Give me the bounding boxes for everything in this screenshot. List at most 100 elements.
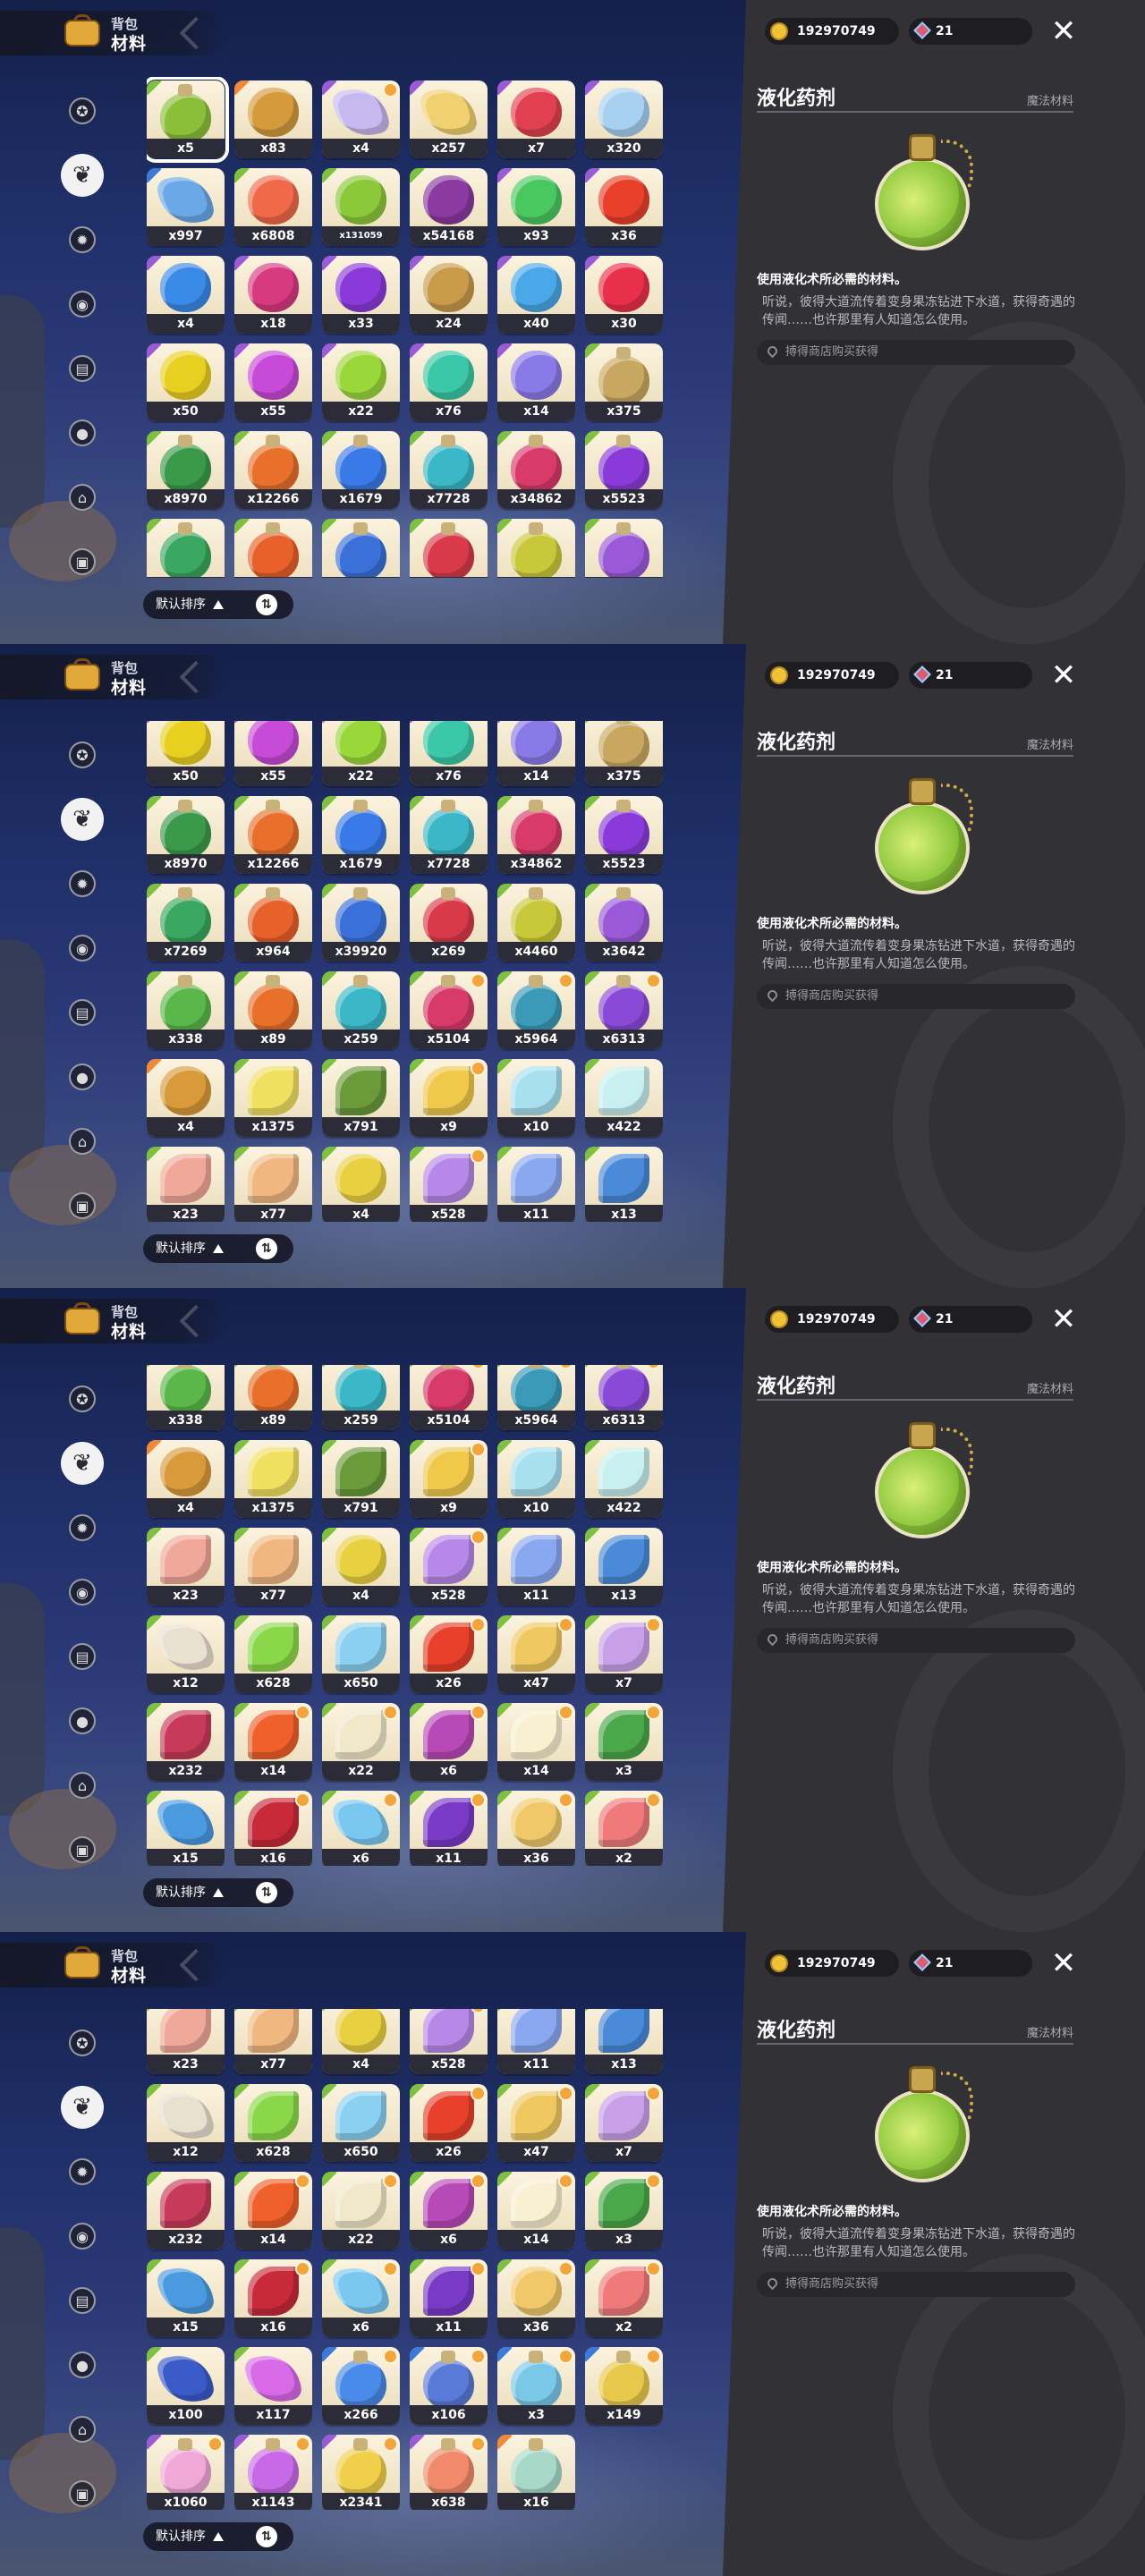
- item-slot[interactable]: x1143: [234, 2435, 312, 2510]
- item-slot[interactable]: x5964: [497, 1365, 575, 1430]
- item-slot[interactable]: x16: [497, 2435, 575, 2510]
- item-slot[interactable]: x14: [497, 1703, 575, 1781]
- item-slot[interactable]: x7: [585, 1615, 663, 1693]
- item-slot[interactable]: x12266: [234, 796, 312, 874]
- item-slot[interactable]: x7: [585, 2084, 663, 2162]
- item-slot[interactable]: x54168: [410, 168, 488, 246]
- category-tab-leaf[interactable]: ❦: [61, 2086, 104, 2129]
- item-slot[interactable]: x15: [147, 2259, 225, 2337]
- item-slot[interactable]: x23: [147, 1528, 225, 1606]
- item-slot[interactable]: x650: [322, 2084, 400, 2162]
- item-source[interactable]: 搏得商店购买获得: [757, 984, 1075, 1009]
- category-tab-orb[interactable]: ●: [61, 1699, 104, 1742]
- item-slot[interactable]: x4: [147, 256, 225, 334]
- item-slot[interactable]: x269: [410, 884, 488, 962]
- item-slot[interactable]: x4: [322, 1147, 400, 1222]
- back-chevron-icon[interactable]: [175, 16, 211, 48]
- category-tab-bell[interactable]: ⌂: [61, 476, 104, 519]
- category-tab-ball[interactable]: ◉: [61, 2215, 104, 2258]
- back-chevron-icon[interactable]: [175, 1304, 211, 1336]
- item-slot[interactable]: x1679: [322, 796, 400, 874]
- item-slot[interactable]: x7269: [147, 884, 225, 962]
- item-slot[interactable]: x375: [585, 343, 663, 421]
- item-slot[interactable]: x50: [147, 343, 225, 421]
- item-slot[interactable]: x3642: [585, 884, 663, 962]
- item-slot[interactable]: x6808: [234, 168, 312, 246]
- item-slot[interactable]: x22: [322, 721, 400, 786]
- item-slot[interactable]: x11: [497, 1147, 575, 1222]
- item-slot[interactable]: x12: [147, 1615, 225, 1693]
- item-slot[interactable]: x259: [322, 971, 400, 1049]
- item-slot[interactable]: x131059: [322, 168, 400, 246]
- item-slot[interactable]: x4460: [497, 884, 575, 962]
- item-slot[interactable]: x30: [585, 256, 663, 334]
- item-slot[interactable]: x4: [322, 2009, 400, 2074]
- item-slot[interactable]: x5104: [410, 1365, 488, 1430]
- category-tab-chest[interactable]: ▣: [61, 1184, 104, 1227]
- item-slot[interactable]: x83: [234, 80, 312, 158]
- item-slot[interactable]: x338: [147, 1365, 225, 1430]
- item-slot[interactable]: x232: [147, 2172, 225, 2250]
- category-tab-bell[interactable]: ⌂: [61, 2408, 104, 2451]
- item-slot[interactable]: x8970: [147, 431, 225, 509]
- item-slot[interactable]: x11: [410, 1791, 488, 1866]
- item-slot[interactable]: x76: [410, 721, 488, 786]
- category-tab-card[interactable]: ▤: [61, 1635, 104, 1678]
- item-slot[interactable]: x55: [234, 343, 312, 421]
- item-slot[interactable]: x26: [410, 2084, 488, 2162]
- category-tab-star[interactable]: ✪: [61, 2021, 104, 2064]
- close-button[interactable]: ✕: [1048, 660, 1079, 691]
- item-slot[interactable]: x14: [234, 1703, 312, 1781]
- item-slot[interactable]: x3: [585, 2172, 663, 2250]
- item-slot[interactable]: x14: [497, 721, 575, 786]
- item-slot[interactable]: x36: [585, 168, 663, 246]
- item-slot[interactable]: x6: [322, 2259, 400, 2337]
- item-slot[interactable]: x89: [234, 1365, 312, 1430]
- item-slot[interactable]: x22: [322, 1703, 400, 1781]
- category-tab-orb[interactable]: ●: [61, 2343, 104, 2386]
- item-slot[interactable]: x7269: [147, 519, 225, 578]
- item-slot[interactable]: x5523: [585, 796, 663, 874]
- item-slot[interactable]: x12266: [234, 431, 312, 509]
- item-slot[interactable]: x528: [410, 2009, 488, 2074]
- sort-toggle-button[interactable]: ⇅: [256, 1238, 277, 1259]
- item-slot[interactable]: x257: [410, 80, 488, 158]
- item-slot[interactable]: x10: [497, 1059, 575, 1137]
- item-slot[interactable]: x14: [497, 343, 575, 421]
- item-slot[interactable]: x93: [497, 168, 575, 246]
- item-slot[interactable]: x47: [497, 1615, 575, 1693]
- item-slot[interactable]: x55: [234, 721, 312, 786]
- item-slot[interactable]: x964: [234, 884, 312, 962]
- category-tab-ball[interactable]: ◉: [61, 927, 104, 970]
- category-tab-leaf[interactable]: ❦: [61, 1442, 104, 1485]
- item-slot[interactable]: x5104: [410, 971, 488, 1049]
- item-slot[interactable]: x266: [322, 2347, 400, 2425]
- item-slot[interactable]: x997: [147, 168, 225, 246]
- item-slot[interactable]: x117: [234, 2347, 312, 2425]
- item-slot[interactable]: x77: [234, 1528, 312, 1606]
- item-slot[interactable]: x39920: [322, 884, 400, 962]
- item-slot[interactable]: x14: [234, 2172, 312, 2250]
- item-slot[interactable]: x6313: [585, 1365, 663, 1430]
- item-slot[interactable]: x7: [497, 80, 575, 158]
- item-slot[interactable]: x106: [410, 2347, 488, 2425]
- category-tab-chest[interactable]: ▣: [61, 540, 104, 583]
- category-tab-chest[interactable]: ▣: [61, 2472, 104, 2515]
- item-slot[interactable]: x23: [147, 1147, 225, 1222]
- item-slot[interactable]: x40: [497, 256, 575, 334]
- close-button[interactable]: ✕: [1048, 1948, 1079, 1979]
- category-tab-leaf[interactable]: ❦: [61, 798, 104, 841]
- item-slot[interactable]: x6: [322, 1791, 400, 1866]
- category-tab-gear[interactable]: ✹: [61, 2150, 104, 2193]
- item-slot[interactable]: x2: [585, 1791, 663, 1866]
- category-tab-ball[interactable]: ◉: [61, 283, 104, 326]
- item-slot[interactable]: x9: [410, 1059, 488, 1137]
- category-tab-star[interactable]: ✪: [61, 1377, 104, 1420]
- item-slot[interactable]: x23: [147, 2009, 225, 2074]
- item-slot[interactable]: x13: [585, 2009, 663, 2074]
- item-slot[interactable]: x4: [322, 80, 400, 158]
- item-slot[interactable]: x2: [585, 2259, 663, 2337]
- item-slot[interactable]: x5: [147, 77, 229, 163]
- category-tab-chest[interactable]: ▣: [61, 1828, 104, 1871]
- item-slot[interactable]: x3: [585, 1703, 663, 1781]
